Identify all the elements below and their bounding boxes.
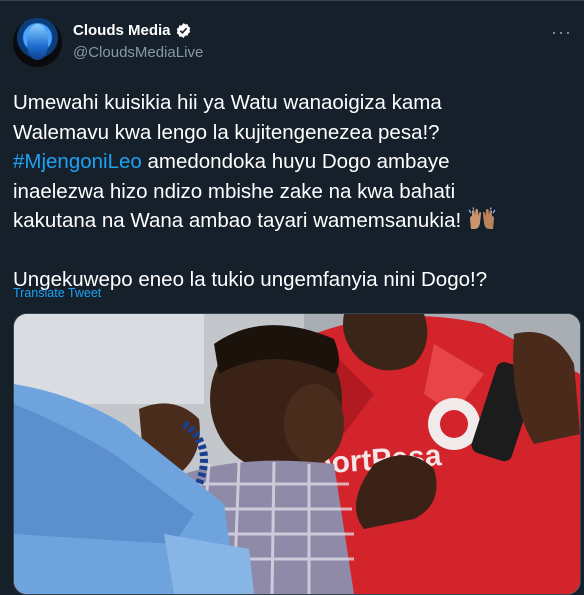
author-name-row[interactable]: Clouds Media (73, 22, 192, 39)
tweet-line-5: kakutana na Wana ambao tayari wamemsanuk… (13, 209, 462, 232)
raised-hands-emoji-icon (468, 207, 496, 229)
hashtag-link[interactable]: #MjengoniLeo (13, 150, 142, 173)
display-name[interactable]: Clouds Media (73, 22, 171, 39)
tweet-text: Umewahi kuisikia hii ya Watu wanaoigiza … (13, 88, 573, 295)
video-frame-image: portPesa (14, 314, 580, 594)
tweet-line-3: amedondoka huyu Dogo ambaye (141, 150, 450, 173)
tweet-line-1: Umewahi kuisikia hii ya Watu wanaoigiza … (13, 91, 442, 114)
translate-tweet-link[interactable]: Translate Tweet (13, 286, 101, 300)
top-divider (0, 0, 584, 1)
clouds-logo-icon (27, 24, 48, 60)
verified-badge-icon (176, 23, 190, 38)
user-handle[interactable]: @CloudsMediaLive (73, 44, 203, 61)
more-options-icon[interactable]: ··· (551, 22, 572, 43)
tweet-video-media[interactable]: portPesa (13, 313, 581, 595)
avatar[interactable] (13, 18, 62, 67)
tweet-line-2: Walemavu kwa lengo la kujitengenezea pes… (13, 120, 440, 144)
tweet-line-4: inaelezwa hizo ndizo mbishe zake na kwa … (13, 179, 456, 203)
